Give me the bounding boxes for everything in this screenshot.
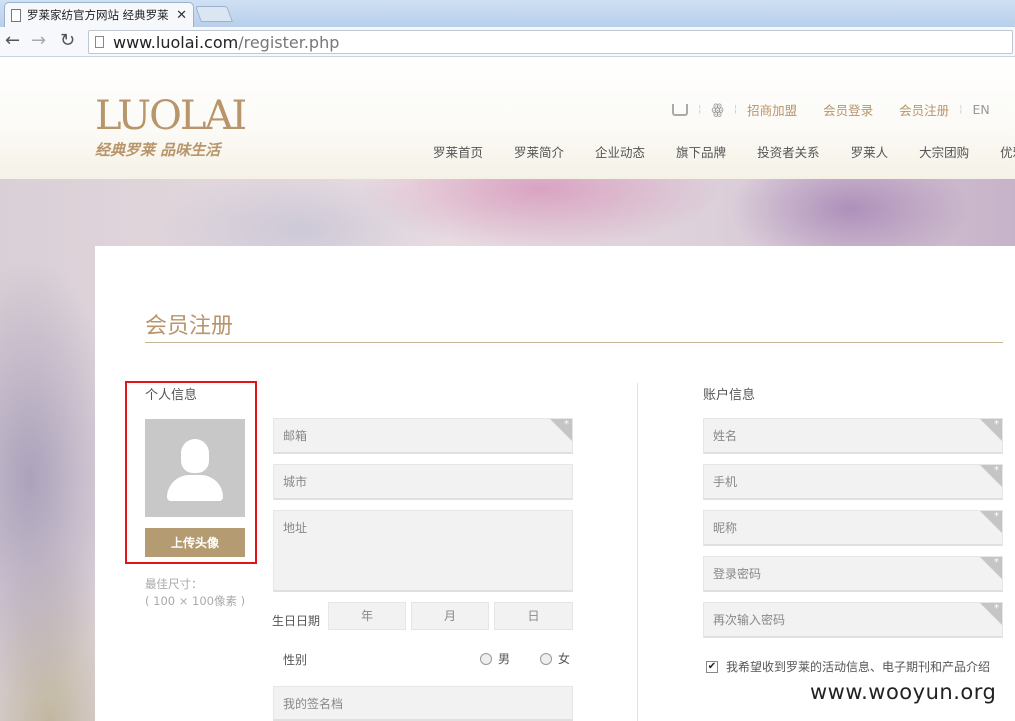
title-divider [145, 342, 1003, 343]
page-icon [95, 36, 104, 48]
required-marker [980, 603, 1002, 625]
highlight-box [125, 381, 257, 564]
signature-field[interactable]: 我的签名档 [273, 686, 573, 721]
confirm-password-field[interactable]: 再次输入密码 [703, 602, 1003, 638]
link-login[interactable]: 会员登录 [823, 100, 873, 119]
nav-about[interactable]: 罗莱简介 [514, 142, 564, 161]
browser-toolbar: ← → ↻ www.luolai.com/register.php [0, 27, 1015, 57]
site-header: LUOLAI 经典罗莱 品味生活 ¦ ꙮ ¦ 招商加盟 会员登录 会员注册 ¦ … [0, 58, 1015, 179]
birth-month-field[interactable]: 月 [411, 602, 489, 630]
gender-male-radio[interactable]: 男 [480, 650, 510, 667]
reload-icon[interactable]: ↻ [60, 30, 75, 51]
password-field[interactable]: 登录密码 [703, 556, 1003, 592]
nav-home[interactable]: 罗莱首页 [433, 142, 483, 161]
nav-news[interactable]: 企业动态 [595, 142, 645, 161]
back-arrow-icon[interactable]: ← [5, 30, 20, 51]
birth-year-field[interactable]: 年 [328, 602, 406, 630]
required-marker [980, 465, 1002, 487]
address-field[interactable]: 地址 [273, 510, 573, 592]
checkbox-icon[interactable]: ✔ [706, 660, 718, 673]
main-nav: 罗莱首页 罗莱简介 企业动态 旗下品牌 投资者关系 罗莱人 大宗团购 优雅 [433, 142, 1015, 161]
browser-tab-bar: 罗莱家纺官方网站 经典罗莱 ✕ [0, 0, 1015, 27]
new-tab-button[interactable] [195, 6, 233, 22]
registration-panel: 会员注册 个人信息 上传头像 最佳尺寸： ( 100 × 100像素 ) 邮箱 … [95, 246, 1015, 721]
wooyun-watermark: www.wooyun.org [810, 680, 997, 704]
nav-people[interactable]: 罗莱人 [851, 142, 889, 161]
size-hint-value: ( 100 × 100像素 ) [145, 594, 246, 608]
birthday-label: 生日日期 [272, 614, 321, 628]
nav-brands[interactable]: 旗下品牌 [676, 142, 726, 161]
gender-female-radio[interactable]: 女 [540, 650, 570, 667]
browser-tab[interactable]: 罗莱家纺官方网站 经典罗莱 ✕ [4, 2, 194, 27]
consent-label: 我希望收到罗莱的活动信息、电子期刊和产品介绍 [726, 660, 991, 674]
column-divider [637, 383, 638, 721]
gender-label: 性别 [283, 653, 308, 667]
required-marker [980, 511, 1002, 533]
link-join[interactable]: 招商加盟 [747, 100, 797, 119]
luolai-logo[interactable]: LUOLAI 经典罗莱 品味生活 [95, 93, 247, 160]
required-marker [550, 419, 572, 441]
nickname-field[interactable]: 昵称 [703, 510, 1003, 546]
link-register[interactable]: 会员注册 [899, 100, 949, 119]
address-bar[interactable]: www.luolai.com/register.php [88, 30, 1013, 54]
top-links-bar: ¦ ꙮ ¦ 招商加盟 会员登录 会员注册 ¦ EN [672, 100, 990, 119]
logo-text: LUOLAI [95, 93, 247, 139]
newsletter-consent-checkbox[interactable]: ✔ 我希望收到罗莱的活动信息、电子期刊和产品介绍 [706, 658, 990, 675]
city-field[interactable]: 城市 [273, 464, 573, 500]
email-field[interactable]: 邮箱 [273, 418, 573, 454]
radio-icon [480, 652, 492, 665]
size-hint-title: 最佳尺寸： [145, 577, 203, 591]
url-text: www.luolai.com/register.php [113, 32, 340, 52]
page-title: 会员注册 [145, 314, 234, 339]
close-icon[interactable]: ✕ [176, 8, 187, 23]
link-english[interactable]: EN [972, 102, 989, 117]
phone-field[interactable]: 手机 [703, 464, 1003, 500]
logo-slogan: 经典罗莱 品味生活 [95, 141, 221, 159]
required-marker [980, 419, 1002, 441]
required-marker [980, 557, 1002, 579]
account-info-label: 账户信息 [703, 388, 756, 403]
weibo-icon[interactable]: ꙮ [711, 102, 723, 118]
page-icon [11, 8, 21, 22]
tab-title: 罗莱家纺官方网站 经典罗莱 [27, 8, 169, 22]
nav-elegance[interactable]: 优雅 [1000, 142, 1015, 161]
nav-investors[interactable]: 投资者关系 [757, 142, 820, 161]
name-field[interactable]: 姓名 [703, 418, 1003, 454]
radio-icon [540, 652, 552, 665]
cart-icon[interactable] [672, 103, 688, 116]
nav-group-buy[interactable]: 大宗团购 [919, 142, 969, 161]
birth-day-field[interactable]: 日 [494, 602, 573, 630]
forward-arrow-icon[interactable]: → [31, 30, 46, 51]
